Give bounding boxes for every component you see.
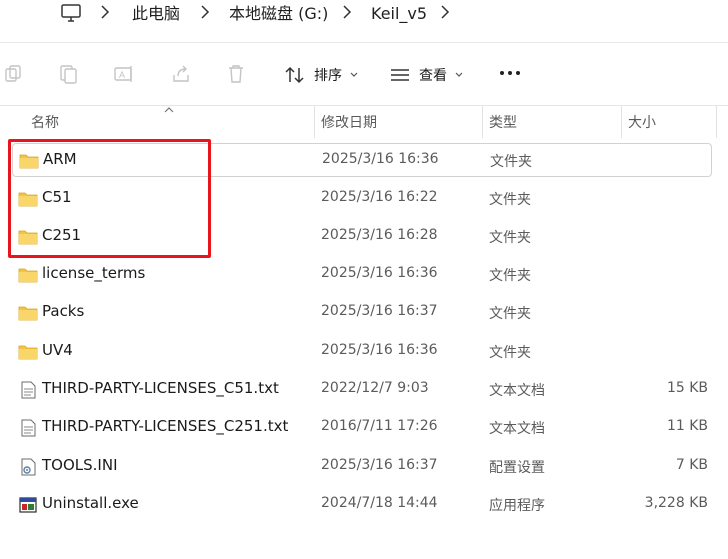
file-date: 2025/3/16 16:37	[321, 303, 438, 319]
this-pc-icon[interactable]	[60, 3, 82, 23]
breadcrumb-this-pc[interactable]: 此电脑	[132, 3, 180, 25]
file-date: 2025/3/16 16:37	[321, 457, 438, 473]
cut-icon[interactable]	[2, 63, 24, 85]
share-icon[interactable]	[170, 63, 192, 85]
address-bar[interactable]: 此电脑 本地磁盘 (G:) Keil_v5	[0, 0, 728, 43]
exe-file-icon	[18, 496, 38, 514]
file-size: 7 KB	[675, 457, 708, 473]
column-separator[interactable]	[482, 106, 483, 138]
sort-button[interactable]: 排序	[284, 63, 358, 87]
sort-label: 排序	[314, 68, 342, 84]
file-date: 2016/7/11 17:26	[321, 418, 438, 434]
breadcrumb-drive-g[interactable]: 本地磁盘 (G:)	[229, 3, 328, 25]
file-date: 2025/3/16 16:36	[321, 265, 438, 281]
copy-icon[interactable]	[57, 63, 79, 85]
file-date: 2025/3/16 16:28	[321, 227, 438, 243]
settings-file-icon	[18, 458, 38, 476]
folder-icon	[18, 266, 38, 284]
sort-icon	[285, 66, 304, 84]
file-date: 2024/7/18 14:44	[321, 495, 438, 511]
file-type: 文件夹	[489, 268, 531, 284]
file-type: 文件夹	[489, 306, 531, 322]
chevron-right-icon[interactable]	[341, 4, 353, 20]
file-type: 文本文档	[489, 383, 545, 399]
file-row[interactable]: UV4 2025/3/16 16:36 文件夹	[12, 335, 712, 369]
file-type: 文件夹	[489, 230, 531, 246]
file-date: 2025/3/16 16:36	[321, 342, 438, 358]
column-size[interactable]: 大小	[628, 112, 656, 132]
more-options-icon[interactable]	[499, 65, 521, 81]
file-name: TOOLS.INI	[42, 456, 118, 474]
file-date: 2025/3/16 16:22	[321, 189, 438, 205]
file-name: THIRD-PARTY-LICENSES_C251.txt	[42, 417, 289, 435]
file-type: 文件夹	[489, 192, 531, 208]
column-name[interactable]: 名称	[31, 112, 59, 132]
file-name: Packs	[42, 302, 85, 320]
file-row[interactable]: license_terms 2025/3/16 16:36 文件夹	[12, 258, 712, 292]
view-button[interactable]: 查看	[389, 63, 463, 87]
rename-icon[interactable]: A	[113, 63, 135, 85]
file-row[interactable]: Uninstall.exe 2024/7/18 14:44 应用程序 3,228…	[12, 488, 712, 522]
file-row[interactable]: Packs 2025/3/16 16:37 文件夹	[12, 296, 712, 330]
text-file-icon	[18, 419, 38, 437]
column-separator[interactable]	[621, 106, 622, 138]
file-type: 文件夹	[490, 154, 532, 170]
file-type: 文件夹	[489, 345, 531, 361]
command-bar: A 排序 查看	[0, 43, 728, 105]
column-header: 名称 修改日期 类型 大小	[0, 106, 728, 138]
file-date: 2025/3/16 16:36	[322, 151, 439, 167]
file-name: license_terms	[42, 264, 146, 282]
file-size: 3,228 KB	[644, 495, 708, 511]
view-list-icon	[391, 69, 409, 81]
file-name: UV4	[42, 341, 73, 359]
chevron-down-icon	[455, 72, 463, 77]
chevron-right-icon[interactable]	[99, 4, 111, 20]
file-name: THIRD-PARTY-LICENSES_C51.txt	[42, 379, 279, 397]
chevron-down-icon	[350, 72, 358, 77]
column-separator[interactable]	[314, 106, 315, 138]
file-type: 配置设置	[489, 460, 545, 476]
file-type: 文本文档	[489, 421, 545, 437]
svg-text:A: A	[119, 70, 125, 80]
view-label: 查看	[419, 68, 447, 84]
column-type[interactable]: 类型	[489, 112, 517, 132]
file-row[interactable]: THIRD-PARTY-LICENSES_C251.txt 2016/7/11 …	[12, 411, 712, 445]
file-date: 2022/12/7 9:03	[321, 380, 429, 396]
delete-icon[interactable]	[225, 63, 247, 85]
file-row[interactable]: TOOLS.INI 2025/3/16 16:37 配置设置 7 KB	[12, 450, 712, 484]
column-date[interactable]: 修改日期	[321, 112, 377, 132]
folder-icon	[18, 304, 38, 322]
file-size: 11 KB	[666, 418, 708, 434]
file-size: 15 KB	[666, 380, 708, 396]
file-name: Uninstall.exe	[42, 494, 139, 512]
file-type: 应用程序	[489, 498, 545, 514]
column-separator[interactable]	[716, 106, 717, 138]
chevron-right-icon[interactable]	[199, 4, 211, 20]
breadcrumb-keil-v5[interactable]: Keil_v5	[371, 3, 427, 25]
file-row[interactable]: THIRD-PARTY-LICENSES_C51.txt 2022/12/7 9…	[12, 373, 712, 407]
folder-icon	[18, 343, 38, 361]
highlight-annotation	[8, 139, 211, 258]
chevron-right-icon[interactable]	[439, 4, 451, 20]
text-file-icon	[18, 381, 38, 399]
